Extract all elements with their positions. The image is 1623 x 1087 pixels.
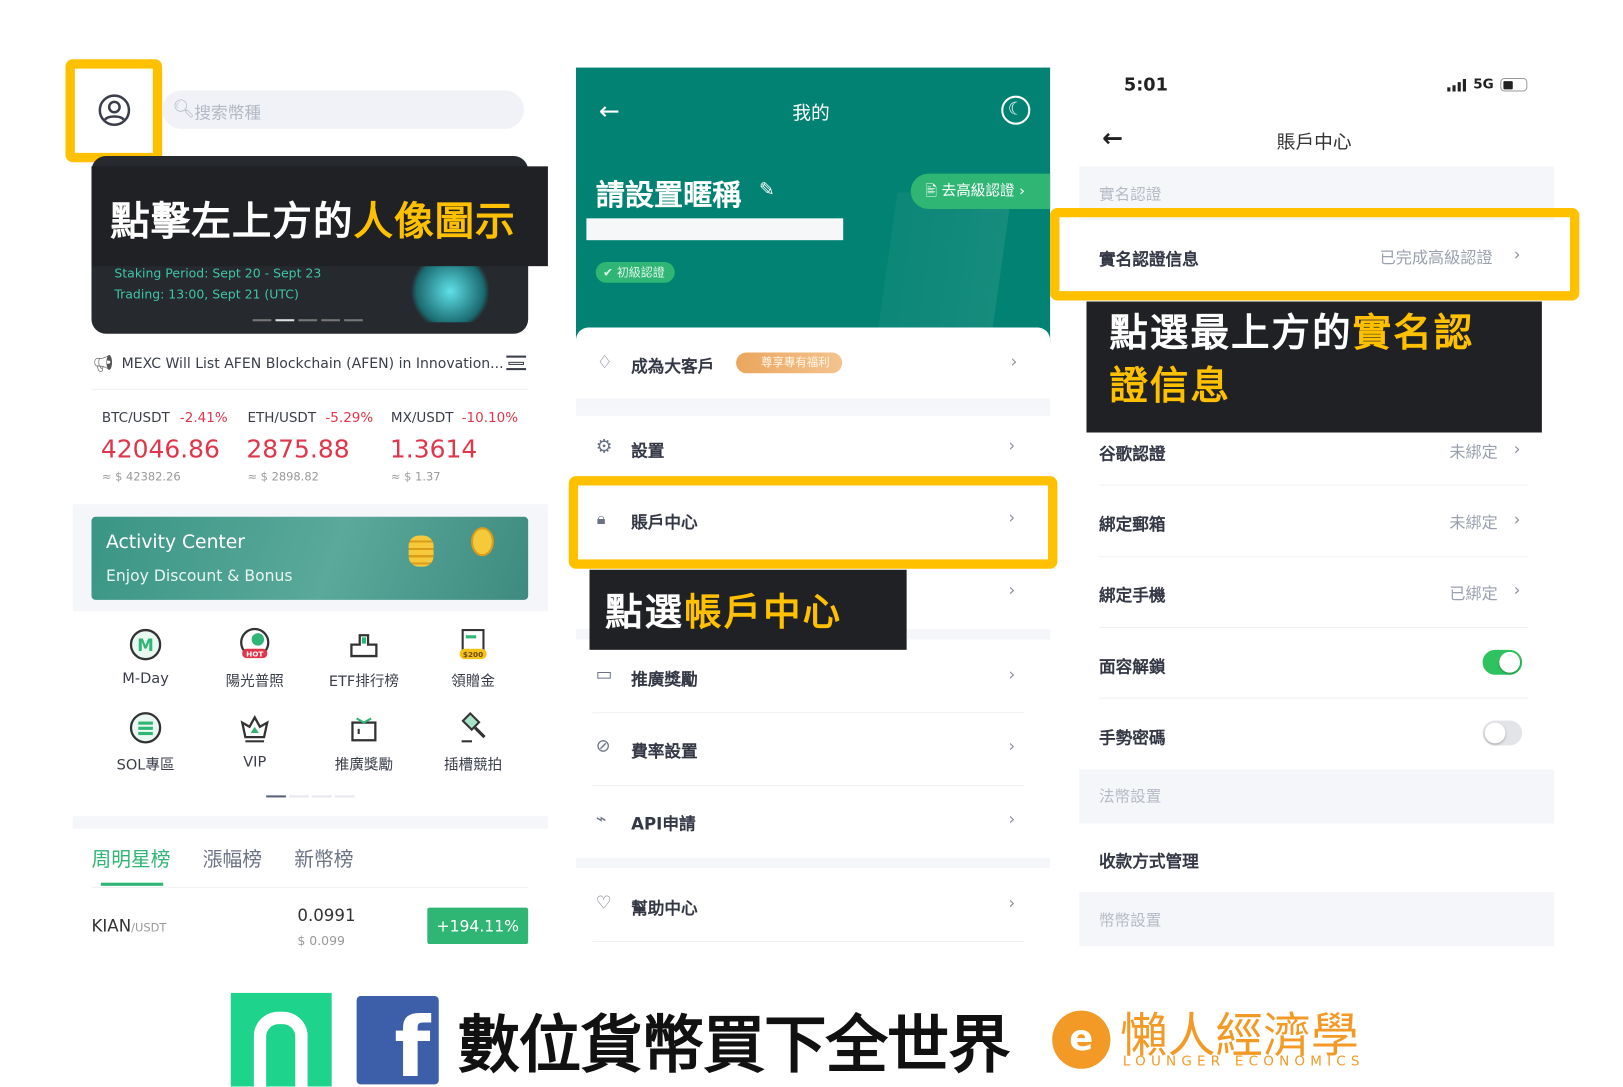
svg-text:$200: $200 (463, 650, 483, 659)
carousel-dots (252, 319, 363, 322)
api-plug-icon: ⌁ (595, 808, 607, 830)
lounger-logo-icon: e (1052, 1010, 1111, 1069)
instruction-caption: 點選帳戶中心 (589, 569, 907, 650)
hidden-row-chevron[interactable]: › (1009, 580, 1016, 600)
auction-hammer-icon (461, 711, 486, 743)
menu-list-icon[interactable] (506, 355, 527, 371)
brand-name-en: LOUNGER ECONOMICS (1122, 1054, 1365, 1070)
page-title: 賬戶中心 (1276, 132, 1352, 154)
advanced-verify-button[interactable]: 🖹︎ 去高級認證 › (910, 173, 1051, 209)
instruction-caption: 點選最上方的實名認 證信息 (1086, 301, 1542, 433)
activity-subtitle: Enjoy Discount & Bonus (106, 566, 293, 586)
slogan: 數位貨幣買下全世界 (457, 1009, 1010, 1083)
fee-icon: ⊘ (595, 736, 611, 757)
tab-gainers[interactable]: 漲幅榜 (203, 844, 262, 872)
search-input[interactable]: 🔍︎ 搜索幣種 (162, 90, 525, 129)
moon-icon[interactable]: ☾ (1001, 95, 1031, 125)
grid-page-dots (266, 795, 355, 798)
page-title: 我的 (792, 102, 830, 125)
section-header: 法幣設置 (1098, 787, 1162, 806)
coin-stack-icon (408, 535, 434, 567)
network-label: 5G (1473, 76, 1494, 93)
basic-verification-badge: ✔ 初級認證 (595, 262, 675, 283)
etf-rank-icon (350, 634, 378, 658)
diamond-icon: ♢ (596, 352, 613, 374)
vip-benefit-badge: 尊享專有福利 (736, 352, 843, 374)
redacted-uid (586, 218, 844, 241)
crown-icon (240, 715, 269, 743)
gift-icon (351, 717, 377, 742)
section-header: 幣幣設置 (1098, 910, 1162, 930)
svg-text:M: M (137, 636, 154, 655)
avatar-icon[interactable] (96, 91, 133, 128)
hot-icon: HOT (240, 627, 270, 659)
facebook-logo: f (356, 996, 439, 1085)
activity-title: Activity Center (106, 531, 245, 554)
instruction-caption: 點擊左上方的人像圖示 (91, 166, 548, 267)
tab-star[interactable]: 周明星榜 (91, 844, 170, 872)
bonus-icon: $200 (459, 629, 487, 660)
banner-text: Staking Period: Sept 20 - Sept 23 (114, 266, 322, 281)
edit-pencil-icon[interactable]: ✎ (759, 179, 775, 201)
back-arrow-icon[interactable]: ← (599, 97, 620, 126)
banner-text: Trading: 13:00, Sept 21 (UTC) (114, 286, 299, 302)
coin-icon (470, 527, 494, 557)
signal-icon (1447, 78, 1466, 92)
heart-icon: ♡ (595, 893, 612, 914)
svg-text:HOT: HOT (246, 650, 263, 659)
nickname[interactable]: 請設置暱稱 (596, 173, 742, 215)
gear-icon: ⚙ (595, 435, 613, 458)
highlight-box (1050, 207, 1580, 301)
vip-row[interactable]: ♢ 成為大客戶 尊享專有福利 › (575, 327, 1051, 399)
tab-underline (100, 882, 164, 886)
search-icon: 🔍︎ (172, 98, 196, 120)
back-arrow-icon[interactable]: ← (1102, 124, 1123, 153)
banner-image (403, 259, 497, 323)
search-placeholder: 搜索幣種 (194, 102, 261, 123)
wallet-icon: ▭ (595, 664, 613, 686)
change-badge: +194.11% (427, 907, 529, 945)
activity-center-banner[interactable]: Activity Center Enjoy Discount & Bonus (91, 516, 529, 600)
battery-icon (1500, 77, 1528, 92)
tab-new-listings[interactable]: 新幣榜 (294, 844, 353, 872)
sol-icon (129, 712, 162, 744)
highlight-box (568, 476, 1058, 569)
status-time: 5:01 (1123, 74, 1168, 96)
gesture-password-toggle[interactable] (1482, 720, 1523, 746)
id-card-icon: 🖹︎ (925, 182, 938, 200)
megaphone-icon: 📢︎ (92, 353, 114, 374)
section-header: 實名認證 (1098, 185, 1162, 204)
announcement-text[interactable]: MEXC Will List AFEN Blockchain (AFEN) in… (122, 356, 504, 373)
m-day-icon: M (129, 628, 162, 661)
face-unlock-toggle[interactable] (1482, 649, 1523, 675)
line-logo (230, 992, 332, 1087)
